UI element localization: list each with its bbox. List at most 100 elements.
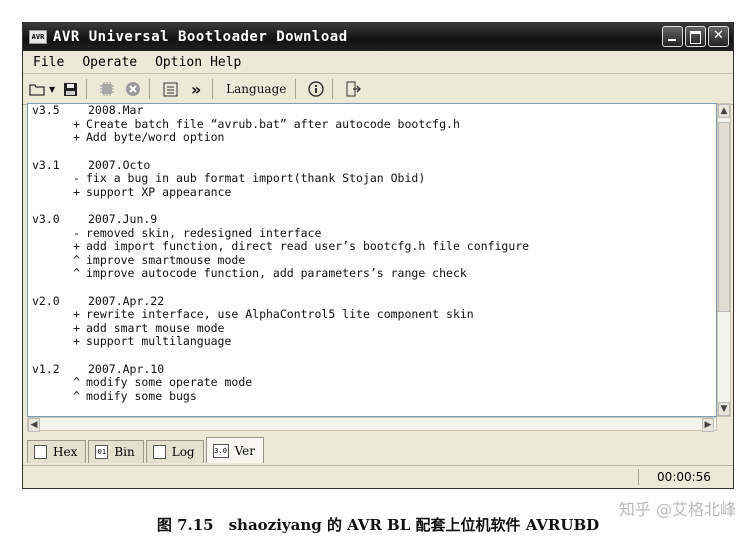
window-title: AVR Universal Bootloader Download — [53, 29, 348, 45]
chip-icon[interactable] — [96, 78, 118, 100]
figure-caption: 图 7.15 shaoziyang 的 AVR BL 配套上位机软件 AVRUB… — [156, 516, 600, 534]
change-marker: + — [73, 130, 80, 144]
change-marker: - — [73, 225, 80, 240]
log-line: + support multilanguage — [28, 334, 716, 349]
change-marker: + — [73, 334, 80, 348]
log-entry-header: v1.2 2007.Apr.10 — [28, 361, 716, 377]
log-line: ^ improve smartmouse mode — [28, 252, 716, 268]
change-text: rewrite interface, use AlphaControl5 lit… — [86, 307, 474, 321]
version-date: 2007.Apr.22 — [88, 293, 165, 308]
app-icon: AVR — [29, 30, 47, 44]
change-text: add import function, direct read user’s … — [86, 239, 530, 253]
change-marker: ^ — [73, 375, 80, 389]
chevron-down-icon[interactable]: ▼ — [49, 78, 55, 100]
tab-label: Log — [171, 445, 195, 459]
version-date: 2007.Jun.9 — [88, 212, 158, 226]
log-line: ^ modify some operate mode — [28, 375, 716, 390]
change-text: fix a bug in aub format import(thank Sto… — [86, 171, 426, 185]
log-entry-header: v2.0 2007.Apr.22 — [28, 293, 716, 309]
tab-label: Ver — [234, 443, 256, 458]
log-line: ^ improve autocode function, add paramete… — [28, 266, 716, 281]
bin-icon: 01 — [95, 445, 109, 459]
toolbar-separator — [149, 79, 151, 99]
toolbar-separator — [295, 79, 297, 99]
change-marker: + — [73, 307, 80, 321]
change-text: modify some bugs — [86, 388, 197, 403]
close-button[interactable] — [708, 26, 729, 47]
version-number: v3.5 — [32, 103, 60, 117]
change-marker: ^ — [73, 388, 80, 403]
log-entry: v2.0 2007.Apr.22 + rewrite interface, use A… — [28, 293, 716, 349]
log-entry: v3.0 2007.Jun.9- removed skin, redesigned … — [28, 212, 716, 281]
log-line: ^ modify some bugs — [28, 388, 716, 404]
scroll-right-icon[interactable]: ▶ — [702, 418, 714, 432]
scroll-down-icon[interactable]: ▼ — [718, 402, 730, 416]
vertical-scrollbar[interactable]: ▲ ▼ — [717, 103, 731, 417]
log-line: + add smart mouse mode — [28, 320, 716, 336]
log-line: + rewrite interface, use AlphaControl5 li… — [28, 307, 716, 322]
scroll-up-icon[interactable]: ▲ — [718, 104, 730, 118]
change-text: modify some operate mode — [86, 375, 253, 389]
log-line: + support XP appearance — [28, 184, 716, 200]
toolbar: ▼ » Language — [23, 74, 733, 105]
log-entry-header: v3.0 2007.Jun.9 — [28, 212, 716, 227]
scroll-left-icon[interactable]: ◀ — [28, 418, 40, 432]
log-icon — [152, 445, 166, 459]
log-entry: v3.1 2007.Octo - fix a bug in aub format im… — [28, 157, 716, 200]
change-text: Create batch file “avrub.bat” after auto… — [86, 116, 460, 131]
log-entry: v3.5 2008.Mar + Create batch file “avrub.ba… — [28, 104, 716, 145]
tab-ver[interactable]: 3.0 Ver — [205, 437, 265, 463]
app-window: AVR AVR Universal Bootloader Download Fi… — [22, 22, 734, 489]
scroll-thumb[interactable] — [718, 122, 730, 312]
info-icon[interactable] — [305, 78, 327, 100]
change-marker: + — [73, 320, 80, 335]
change-text: Add byte/word option — [86, 130, 225, 144]
version-log-panel[interactable]: v3.5 2008.Mar + Create batch file “avrub.ba… — [27, 103, 717, 417]
change-text: improve smartmouse mode — [86, 252, 246, 267]
tab-hex[interactable]: Hex — [27, 440, 87, 463]
menu-option[interactable]: Option — [155, 55, 202, 70]
open-folder-icon[interactable] — [27, 78, 49, 100]
minimize-button[interactable] — [662, 26, 683, 47]
log-entry-header: v3.5 2008.Mar — [28, 104, 716, 118]
log-line: - fix a bug in aub format import(thank St… — [28, 171, 716, 186]
log-line: + Add byte/word option — [28, 130, 716, 145]
toolbar-separator — [332, 79, 334, 99]
tab-bin[interactable]: 01 Bin — [88, 440, 144, 463]
log-line: + Create batch file “avrub.bat” after aut… — [28, 116, 716, 132]
version-log: v3.5 2008.Mar + Create batch file “avrub.ba… — [28, 104, 716, 416]
double-chevron-right-icon[interactable]: » — [185, 78, 207, 100]
language-button[interactable]: Language — [222, 78, 290, 100]
version-date: 2007.Octo — [88, 157, 151, 172]
horizontal-scrollbar[interactable]: ◀ ▶ — [27, 417, 717, 432]
clipboard-icon[interactable] — [159, 78, 181, 100]
change-marker: + — [73, 239, 80, 253]
change-marker: ^ — [73, 266, 80, 280]
menu-operate[interactable]: Operate — [82, 55, 137, 70]
tab-log[interactable]: Log — [145, 440, 204, 463]
version-number: v1.2 — [32, 361, 60, 376]
change-marker: + — [73, 184, 80, 199]
view-tabs: Hex 01 Bin Log 3.0 Ver — [27, 437, 266, 463]
version-date: 2008.Mar — [88, 103, 144, 117]
change-marker: + — [73, 116, 80, 131]
stop-icon[interactable] — [122, 78, 144, 100]
title-bar[interactable]: AVR AVR Universal Bootloader Download — [23, 23, 733, 51]
change-marker: ^ — [73, 252, 80, 267]
tab-label: Bin — [114, 445, 135, 459]
save-icon[interactable] — [59, 78, 81, 100]
exit-icon[interactable] — [342, 78, 364, 100]
change-text: removed skin, redesigned interface — [86, 225, 322, 240]
maximize-button[interactable] — [685, 26, 706, 47]
menu-help[interactable]: Help — [210, 55, 241, 70]
change-text: support XP appearance — [86, 184, 232, 199]
elapsed-time: 00:00:56 — [638, 469, 729, 485]
toolbar-separator — [212, 79, 214, 99]
version-number: v2.0 — [32, 293, 60, 308]
change-text: add smart mouse mode — [86, 320, 225, 335]
change-text: support multilanguage — [86, 334, 232, 348]
version-number: v3.1 — [32, 157, 60, 172]
log-entry: v1.2 2007.Apr.10 ^ modify some operate mode… — [28, 361, 716, 404]
menu-file[interactable]: File — [33, 55, 64, 70]
tab-label: Hex — [53, 445, 78, 459]
